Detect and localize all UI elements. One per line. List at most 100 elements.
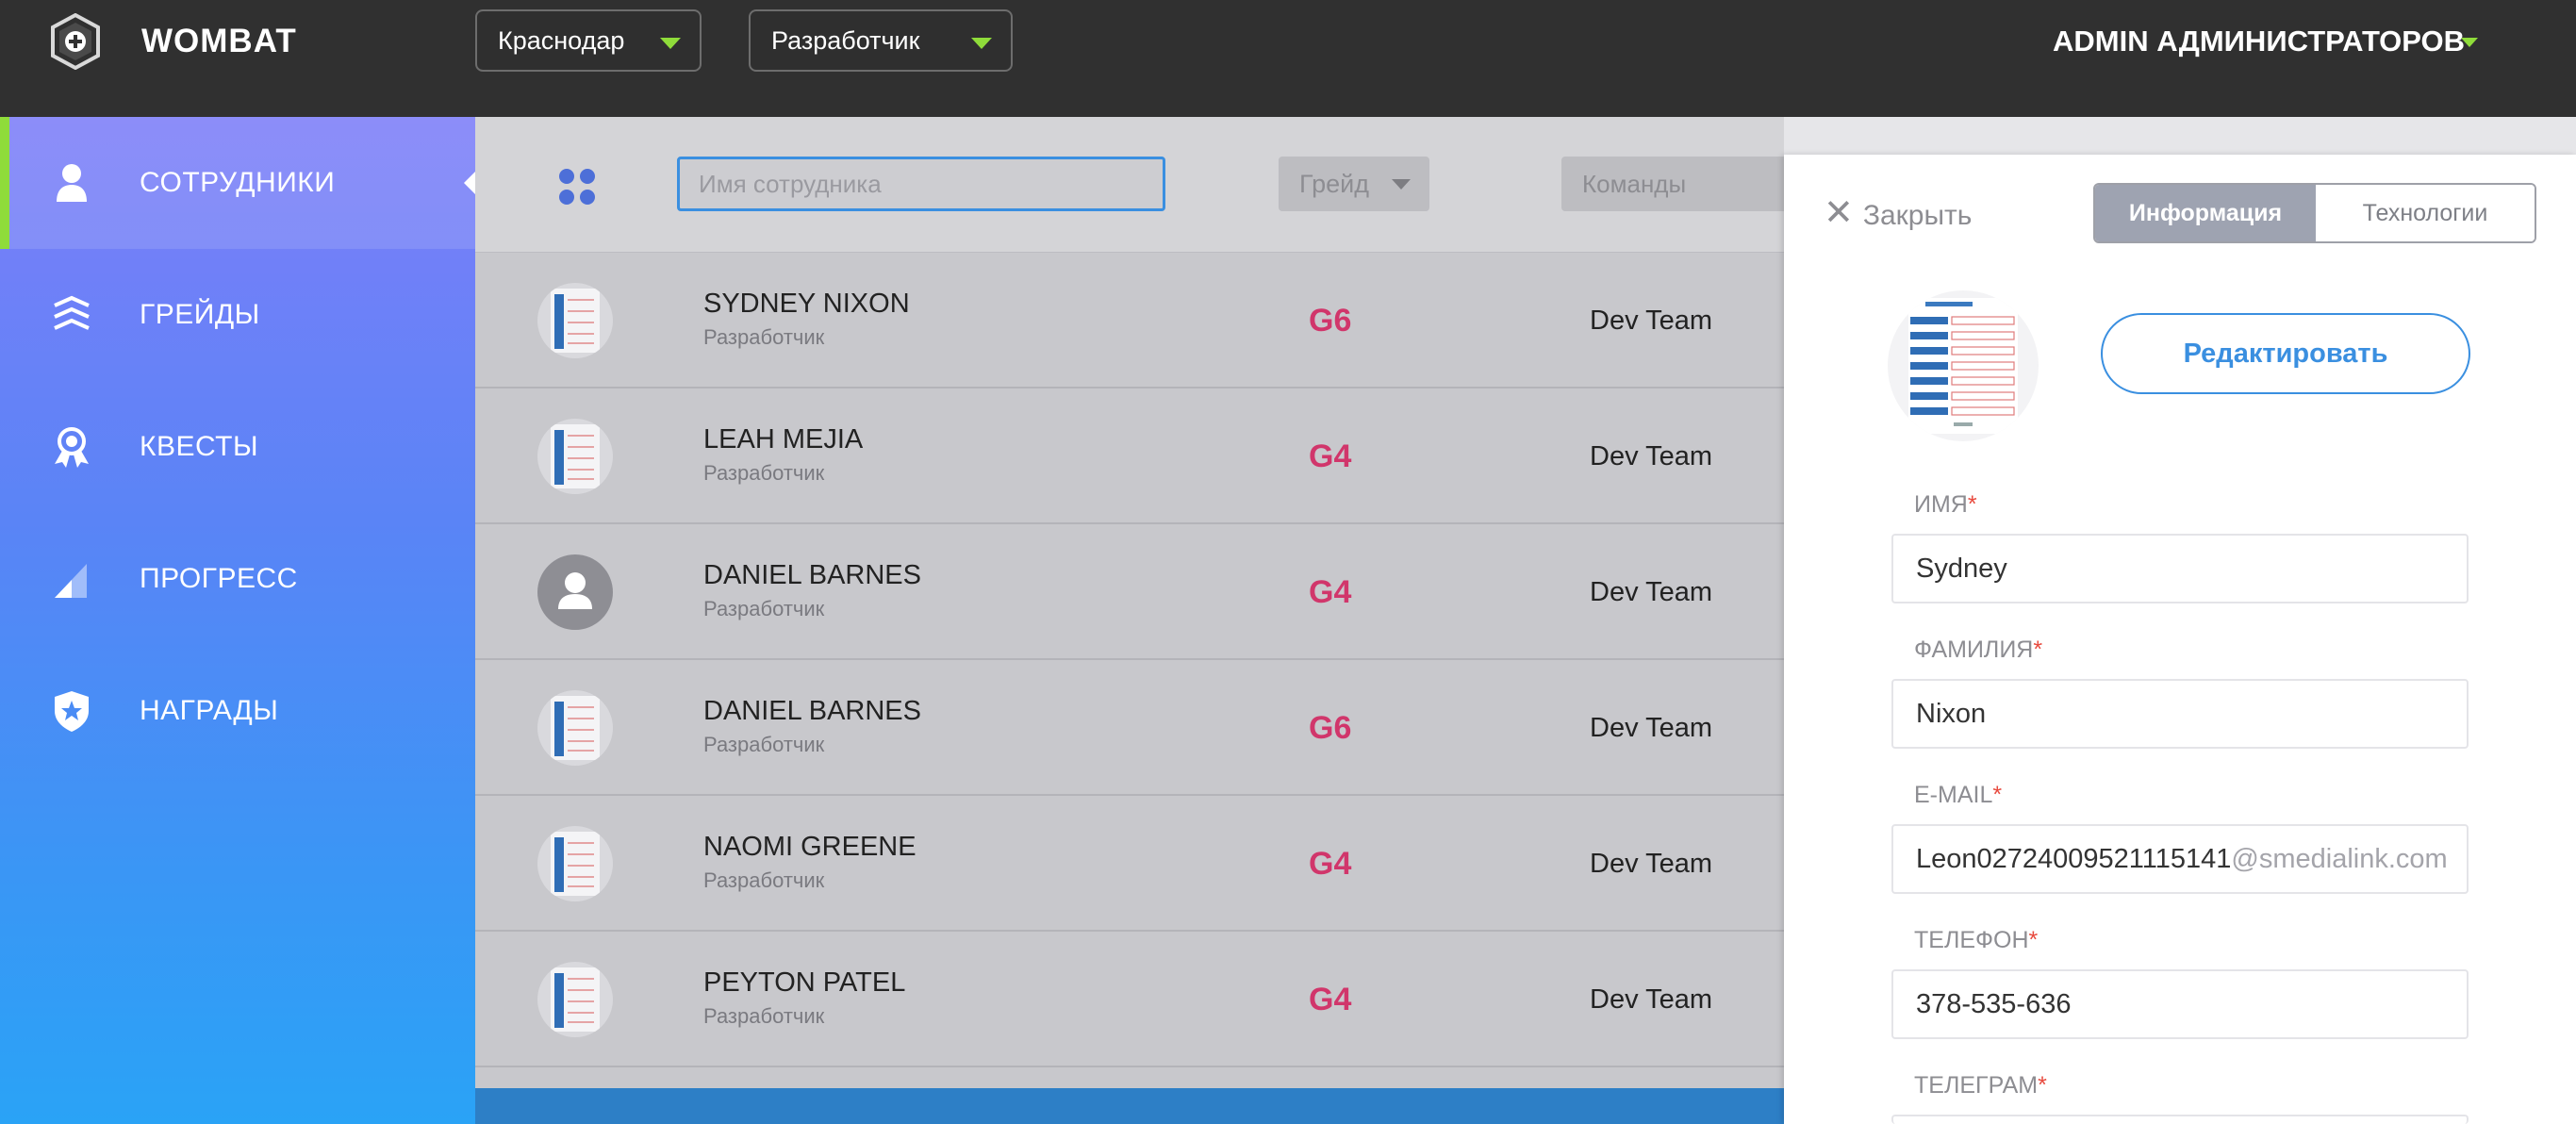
table-row[interactable]: DANIEL BARNES Разработчик G6 Dev Team: [475, 660, 1784, 796]
chevron-down-icon: [971, 38, 992, 49]
table-row[interactable]: LEAH MEJIA Разработчик G4 Dev Team: [475, 388, 1784, 524]
table-row[interactable]: SYDNEY NIXON Разработчик G6 Dev Team: [475, 253, 1784, 388]
phone-field[interactable]: 378-535-636: [1891, 969, 2469, 1039]
employee-grade: G4: [1309, 982, 1352, 1017]
sidebar-item-label: НАГРАДЫ: [140, 695, 279, 726]
employee-list-area: Грейд Команды SYDNEY NIXON Разработчик G…: [475, 117, 1807, 1124]
last-name-label: ФАМИЛИЯ*: [1914, 636, 2042, 664]
employee-team: Dev Team: [1590, 441, 1713, 471]
grade-filter-select[interactable]: Грейд: [1279, 157, 1429, 211]
employee-grade: G4: [1309, 846, 1352, 882]
teams-filter-select[interactable]: Команды: [1561, 157, 1807, 211]
email-label: E-MAIL*: [1914, 781, 2002, 809]
sidebar-item-employees[interactable]: СОТРУДНИКИ: [0, 117, 475, 249]
sidebar-item-awards[interactable]: НАГРАДЫ: [0, 645, 475, 777]
table-row[interactable]: DANIEL BARNES Разработчик G4 Dev Team: [475, 524, 1784, 660]
ribbon-award-icon: [55, 427, 89, 468]
close-button[interactable]: ✕ Закрыть: [1824, 193, 1973, 233]
default-person-icon: [558, 572, 592, 609]
required-mark: *: [2038, 1072, 2047, 1099]
first-name-label-text: ИМЯ: [1914, 491, 1968, 518]
last-name-value: Nixon: [1916, 699, 1987, 729]
sidebar-item-label: КВЕСТЫ: [140, 431, 259, 462]
document-thumbnail-icon: [551, 289, 600, 353]
person-icon: [57, 164, 87, 202]
telegram-field[interactable]: [1891, 1115, 2469, 1124]
employee-role: Разработчик: [703, 597, 825, 620]
last-name-label-text: ФАМИЛИЯ: [1914, 636, 2034, 663]
top-bar: WOMBAT Краснодар Разработчик ADMIN АДМИН…: [0, 0, 2576, 117]
progress-signal-icon: [55, 564, 87, 598]
user-menu[interactable]: ADMIN АДМИНИСТРАТОРОВ: [2053, 23, 2465, 60]
grade-filter-label: Грейд: [1299, 170, 1369, 198]
avatar: [537, 554, 613, 630]
document-thumbnail-icon: [551, 832, 600, 896]
document-thumbnail-icon: [1908, 298, 2018, 434]
brand-name: WOMBAT: [141, 23, 297, 59]
tab-technologies[interactable]: Технологии: [2316, 185, 2535, 241]
employee-search-input[interactable]: [677, 157, 1165, 211]
close-label: Закрыть: [1862, 200, 1973, 231]
user-menu-chevron-icon[interactable]: [2461, 38, 2478, 47]
employee-photo[interactable]: [1888, 290, 2039, 441]
email-domain-suffix: @smedialink.com: [2231, 844, 2448, 874]
employee-role: Разработчик: [703, 325, 825, 349]
first-name-label: ИМЯ*: [1914, 490, 1977, 519]
chevron-down-icon: [1392, 179, 1411, 190]
role-select-value: Разработчик: [771, 26, 920, 55]
wombat-logo-icon[interactable]: [49, 13, 102, 70]
table-row[interactable]: NAOMI GREENE Разработчик G4 Dev Team: [475, 796, 1784, 932]
employee-detail-panel: ✕ Закрыть Информация Технологии Редактиро…: [1784, 155, 2576, 1124]
employee-team: Dev Team: [1590, 984, 1713, 1015]
employee-name: SYDNEY NIXON: [703, 289, 910, 319]
close-icon: ✕: [1824, 193, 1854, 233]
sidebar-item-label: СОТРУДНИКИ: [140, 167, 336, 198]
city-select[interactable]: Краснодар: [475, 9, 702, 72]
avatar: [537, 962, 613, 1037]
employee-name: NAOMI GREENE: [703, 832, 916, 862]
employee-name: LEAH MEJIA: [703, 424, 864, 455]
employee-name: DANIEL BARNES: [703, 560, 921, 590]
email-field[interactable]: Leon02724009521115141@smedialink.com: [1891, 824, 2469, 894]
sidebar-item-grades[interactable]: ГРЕЙДЫ: [0, 249, 475, 381]
first-name-field[interactable]: Sydney: [1891, 534, 2469, 603]
employee-grade: G6: [1309, 303, 1352, 339]
star-shield-icon: [55, 691, 89, 732]
employee-team: Dev Team: [1590, 577, 1713, 607]
phone-label-text: ТЕЛЕФОН: [1914, 927, 2029, 953]
tab-information[interactable]: Информация: [2095, 185, 2316, 241]
chevrons-icon: [54, 295, 90, 330]
table-row[interactable]: PEYTON PATEL Разработчик G4 Dev Team: [475, 932, 1784, 1067]
employee-name: PEYTON PATEL: [703, 967, 906, 998]
avatar: [537, 283, 613, 358]
required-mark: *: [2028, 927, 2039, 953]
city-select-value: Краснодар: [498, 26, 625, 55]
employee-team: Dev Team: [1590, 306, 1713, 336]
document-thumbnail-icon: [551, 967, 600, 1032]
employee-grade: G6: [1309, 710, 1352, 746]
filter-bar: Грейд Команды: [475, 117, 1807, 253]
avatar: [537, 690, 613, 766]
employee-grade: G4: [1309, 574, 1352, 610]
employee-role: Разработчик: [703, 461, 825, 485]
first-name-value: Sydney: [1916, 554, 2007, 584]
avatar: [537, 826, 613, 901]
role-select[interactable]: Разработчик: [749, 9, 1013, 72]
employee-role: Разработчик: [703, 1004, 825, 1028]
edit-button[interactable]: Редактировать: [2101, 313, 2470, 394]
employee-grade: G4: [1309, 438, 1352, 474]
sidebar-item-quests[interactable]: КВЕСТЫ: [0, 381, 475, 513]
required-mark: *: [2033, 636, 2043, 663]
employee-team: Dev Team: [1590, 713, 1713, 743]
avatar: [537, 419, 613, 494]
sidebar-item-label: ПРОГРЕСС: [140, 563, 298, 594]
chevron-down-icon: [660, 38, 681, 49]
email-label-text: E-MAIL: [1914, 782, 1993, 808]
last-name-field[interactable]: Nixon: [1891, 679, 2469, 749]
required-mark: *: [1967, 491, 1977, 518]
panel-tabs: Информация Технологии: [2093, 183, 2536, 243]
grid-view-icon[interactable]: [556, 166, 598, 207]
employee-role: Разработчик: [703, 868, 825, 892]
sidebar-item-progress[interactable]: ПРОГРЕСС: [0, 513, 475, 645]
document-thumbnail-icon: [551, 696, 600, 760]
